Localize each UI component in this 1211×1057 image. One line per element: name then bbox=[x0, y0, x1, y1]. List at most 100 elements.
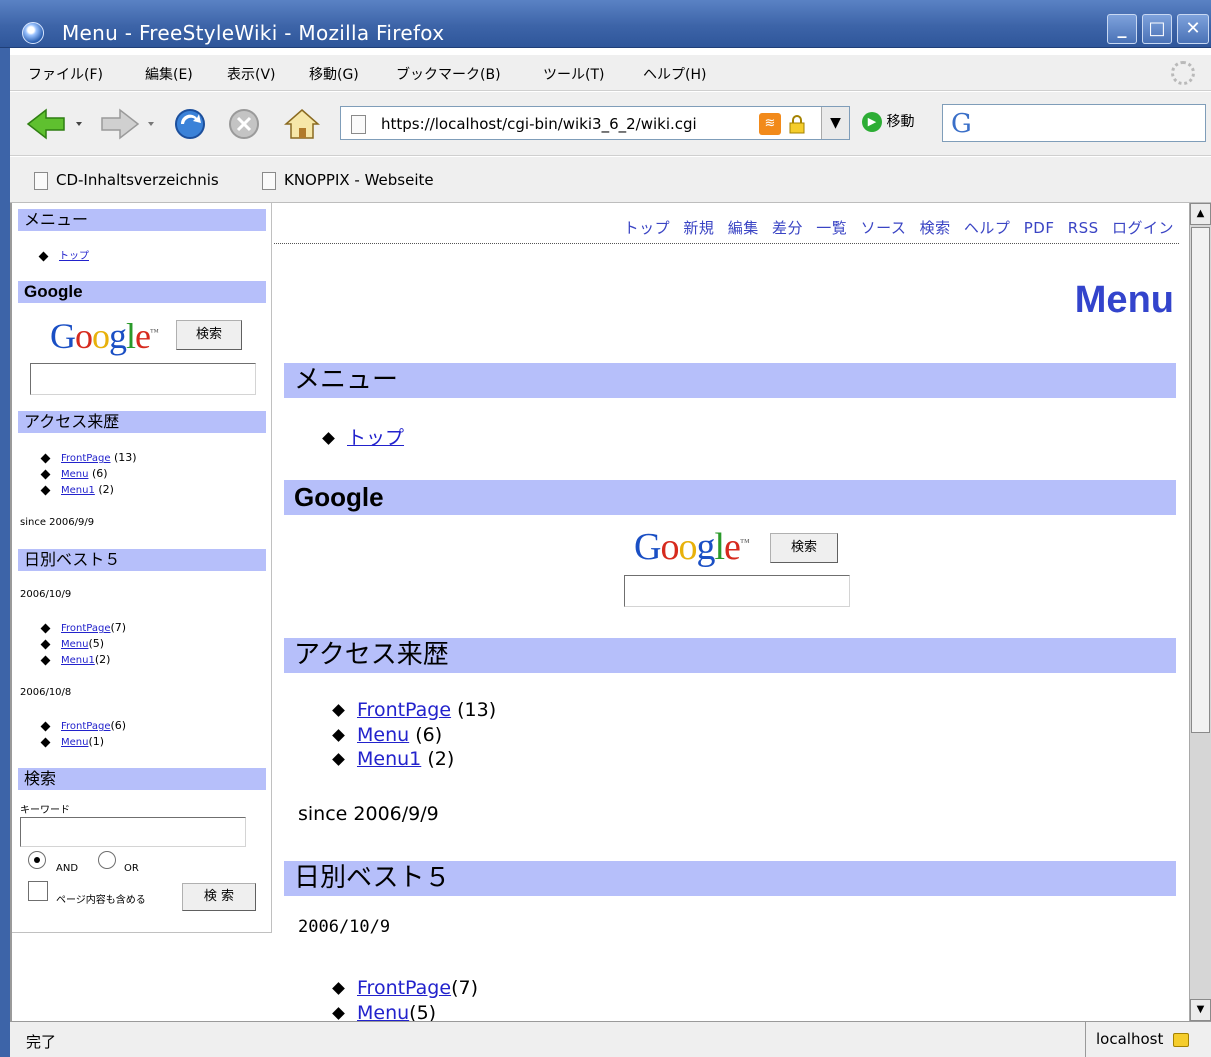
web-search-box[interactable]: G bbox=[942, 104, 1206, 142]
sidebar-link-menu[interactable]: Menu bbox=[61, 469, 88, 480]
google-search-button[interactable]: 検索 bbox=[770, 533, 838, 563]
bookmark-page-icon bbox=[262, 171, 276, 190]
nav-help[interactable]: ヘルプ bbox=[964, 219, 1011, 237]
sidebar-link-menu1[interactable]: Menu1 bbox=[61, 655, 95, 666]
menu-view[interactable]: 表示(V) bbox=[227, 64, 276, 84]
sidebar-link-menu[interactable]: Menu bbox=[61, 737, 88, 748]
nav-pdf[interactable]: PDF bbox=[1024, 219, 1055, 237]
list-item: FrontPage(6) bbox=[40, 719, 126, 732]
bookmark-cd-inhalt[interactable]: CD-Inhaltsverzeichnis bbox=[34, 171, 219, 190]
list-item: FrontPage (13) bbox=[40, 451, 137, 464]
link-frontpage[interactable]: FrontPage bbox=[357, 699, 451, 721]
menu-help[interactable]: ヘルプ(H) bbox=[643, 64, 706, 84]
list-item: Menu1 (2) bbox=[40, 483, 114, 496]
go-button[interactable]: ▶ 移動 bbox=[862, 111, 914, 132]
scroll-up-icon[interactable]: ▲ bbox=[1190, 203, 1211, 225]
divider bbox=[274, 243, 1179, 244]
bookmark-knoppix[interactable]: KNOPPIX - Webseite bbox=[262, 171, 434, 190]
nav-search[interactable]: 検索 bbox=[920, 219, 951, 237]
date-label: 2006/10/8 bbox=[20, 687, 72, 698]
menu-file[interactable]: ファイル(F) bbox=[28, 64, 103, 84]
nav-rss[interactable]: RSS bbox=[1068, 219, 1099, 237]
forward-arrow-icon[interactable] bbox=[98, 106, 162, 142]
bullet-icon bbox=[332, 704, 345, 717]
menu-go[interactable]: 移動(G) bbox=[309, 64, 359, 84]
include-content-label: ページ内容も含める bbox=[56, 895, 146, 906]
bullet-icon bbox=[332, 1007, 345, 1020]
sidebar-link-top[interactable]: トップ bbox=[59, 251, 89, 262]
host-label: localhost bbox=[1096, 1030, 1164, 1048]
or-radio[interactable] bbox=[98, 851, 116, 869]
bullet-icon bbox=[40, 737, 51, 747]
stop-icon[interactable] bbox=[226, 106, 262, 142]
bookmark-label: CD-Inhaltsverzeichnis bbox=[56, 171, 219, 189]
scroll-down-icon[interactable]: ▼ bbox=[1190, 999, 1211, 1021]
bullet-icon bbox=[332, 982, 345, 995]
sidebar-google-search-button[interactable]: 検索 bbox=[176, 320, 242, 350]
url-dropdown-button[interactable]: ▼ bbox=[821, 107, 849, 139]
since-label: since 2006/9/9 bbox=[20, 517, 95, 528]
home-icon[interactable] bbox=[282, 106, 322, 142]
menu-bookmarks[interactable]: ブックマーク(B) bbox=[396, 64, 501, 84]
minimize-button[interactable]: _ bbox=[1107, 14, 1137, 44]
google-search-icon[interactable]: G bbox=[951, 109, 972, 139]
since-label: since 2006/9/9 bbox=[298, 803, 439, 825]
sidebar-link-frontpage[interactable]: FrontPage bbox=[61, 721, 111, 732]
nav-top[interactable]: トップ bbox=[624, 219, 671, 237]
link-menu[interactable]: Menu bbox=[357, 724, 409, 746]
nav-list[interactable]: 一覧 bbox=[816, 219, 847, 237]
list-item: Menu1(2) bbox=[40, 653, 110, 666]
link-menu[interactable]: Menu bbox=[357, 1002, 409, 1021]
menu-bar: ファイル(F) 編集(E) 表示(V) 移動(G) ブックマーク(B) ツール(… bbox=[10, 55, 1211, 91]
access-count: (13) bbox=[114, 451, 137, 464]
and-label: AND bbox=[56, 863, 79, 874]
lock-icon bbox=[789, 115, 805, 134]
menu-edit[interactable]: 編集(E) bbox=[145, 64, 193, 84]
sidebar-link-menu1[interactable]: Menu1 bbox=[61, 485, 95, 496]
sidebar-access-heading: アクセス来歴 bbox=[18, 411, 266, 433]
and-radio[interactable] bbox=[28, 851, 46, 869]
access-count: (2) bbox=[427, 748, 455, 770]
nav-diff[interactable]: 差分 bbox=[772, 219, 803, 237]
url-text[interactable]: https://localhost/cgi-bin/wiki3_6_2/wiki… bbox=[381, 115, 697, 133]
nav-source[interactable]: ソース bbox=[861, 219, 907, 237]
list-item: FrontPage(7) bbox=[332, 977, 478, 999]
sidebar-menu-item: トップ bbox=[38, 247, 89, 262]
page-icon bbox=[351, 115, 366, 134]
best-count: (7) bbox=[451, 977, 478, 999]
sidebar-link-menu[interactable]: Menu bbox=[61, 639, 88, 650]
link-top[interactable]: トップ bbox=[347, 427, 404, 449]
main-content: トップ 新規 編集 差分 一覧 ソース 検索 ヘルプ PDF RSS ログイン … bbox=[274, 203, 1184, 1021]
link-menu1[interactable]: Menu1 bbox=[357, 748, 421, 770]
navigation-toolbar: https://localhost/cgi-bin/wiki3_6_2/wiki… bbox=[10, 92, 1211, 156]
sidebar-google-heading: Google bbox=[18, 281, 266, 303]
bullet-icon bbox=[322, 432, 335, 445]
security-lock-icon[interactable] bbox=[1173, 1032, 1190, 1047]
sidebar-search-button[interactable]: 検 索 bbox=[182, 883, 256, 911]
nav-edit[interactable]: 編集 bbox=[728, 219, 759, 237]
sidebar-google-input[interactable] bbox=[30, 363, 256, 395]
include-content-checkbox[interactable] bbox=[28, 881, 48, 901]
close-button[interactable]: ✕ bbox=[1177, 14, 1209, 44]
bullet-icon bbox=[332, 729, 345, 742]
url-bar[interactable]: https://localhost/cgi-bin/wiki3_6_2/wiki… bbox=[340, 106, 850, 140]
sidebar-link-frontpage[interactable]: FrontPage bbox=[61, 453, 111, 464]
reload-icon[interactable] bbox=[170, 106, 210, 142]
status-text: 完了 bbox=[26, 1033, 57, 1051]
maximize-button[interactable]: □ bbox=[1142, 14, 1172, 44]
bullet-icon bbox=[40, 721, 51, 731]
sidebar-link-frontpage[interactable]: FrontPage bbox=[61, 623, 111, 634]
date-label: 2006/10/9 bbox=[20, 589, 72, 600]
vertical-scrollbar[interactable]: ▲ ▼ bbox=[1189, 203, 1211, 1021]
google-search-input[interactable] bbox=[624, 575, 850, 607]
best-count: (5) bbox=[409, 1002, 437, 1021]
list-item: FrontPage (13) bbox=[332, 699, 496, 721]
nav-new[interactable]: 新規 bbox=[683, 219, 714, 237]
menu-tools[interactable]: ツール(T) bbox=[543, 64, 604, 84]
rss-icon[interactable]: ≋ bbox=[759, 113, 781, 135]
scroll-thumb[interactable] bbox=[1191, 227, 1210, 733]
keyword-input[interactable] bbox=[20, 817, 246, 847]
nav-login[interactable]: ログイン bbox=[1112, 219, 1174, 237]
back-arrow-icon[interactable] bbox=[24, 106, 88, 142]
link-frontpage[interactable]: FrontPage bbox=[357, 977, 451, 999]
